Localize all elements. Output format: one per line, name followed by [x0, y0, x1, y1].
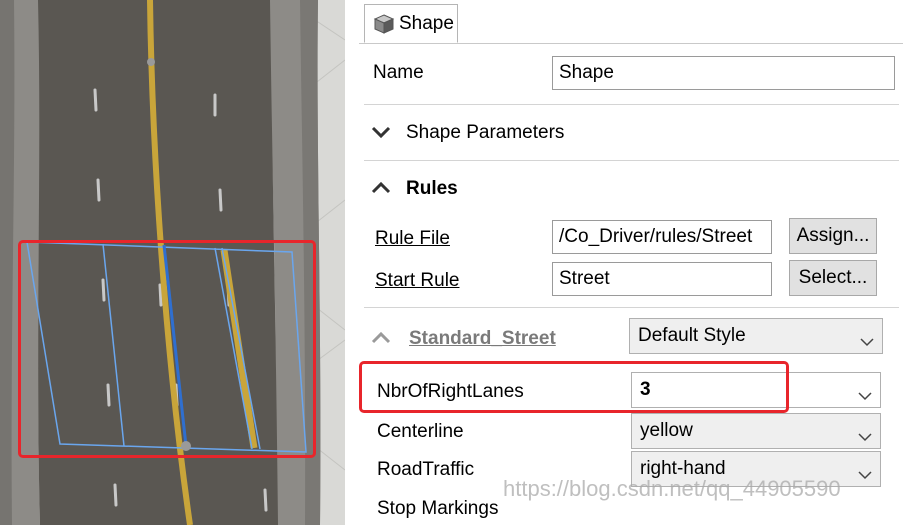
inspector-panel: Shape Name Shape Shape Parameters Rules … [359, 0, 903, 525]
watermark: https://blog.csdn.net/qq_44905590 [503, 476, 841, 501]
chevron-down-icon[interactable] [371, 124, 391, 146]
select-button[interactable]: Select... [789, 260, 877, 296]
start-rule-link[interactable]: Start Rule [375, 270, 459, 292]
chevron-up-icon[interactable] [371, 330, 391, 352]
chevron-up-icon[interactable] [371, 180, 391, 202]
centerline-label: Centerline [377, 421, 464, 442]
name-label: Name [373, 62, 424, 83]
nbr-of-right-lanes-highlight [359, 361, 789, 413]
divider [364, 307, 899, 308]
centerline-dropdown[interactable]: yellow [631, 413, 881, 449]
rule-file-link[interactable]: Rule File [375, 228, 450, 250]
tab-label: Shape [399, 13, 454, 34]
rule-file-field[interactable]: /Co_Driver/rules/Street [552, 220, 772, 254]
divider [364, 160, 899, 161]
chevron-down-icon [860, 331, 874, 353]
tab-strip: Shape [359, 0, 903, 44]
pane-splitter[interactable] [345, 0, 359, 525]
assign-button[interactable]: Assign... [789, 218, 877, 254]
style-dropdown-value: Default Style [638, 325, 746, 346]
name-field[interactable]: Shape [552, 56, 895, 90]
chevron-down-icon [858, 464, 872, 486]
road-traffic-label: RoadTraffic [377, 459, 475, 480]
tab-shape[interactable]: Shape [364, 4, 458, 43]
start-rule-field[interactable]: Street [552, 262, 772, 296]
shape-parameters-header[interactable]: Shape Parameters [406, 122, 564, 144]
3d-viewport[interactable] [0, 0, 345, 525]
divider [364, 104, 899, 105]
rules-header[interactable]: Rules [406, 178, 458, 200]
standard-street-header[interactable]: Standard_Street [409, 328, 556, 350]
cube-icon [373, 13, 395, 41]
centerline-value: yellow [640, 420, 693, 441]
stop-markings-label: Stop Markings [377, 498, 499, 519]
chevron-down-icon [858, 426, 872, 448]
chevron-down-icon [858, 385, 872, 407]
style-dropdown[interactable]: Default Style [629, 318, 883, 354]
shape-highlight-box [18, 240, 316, 458]
